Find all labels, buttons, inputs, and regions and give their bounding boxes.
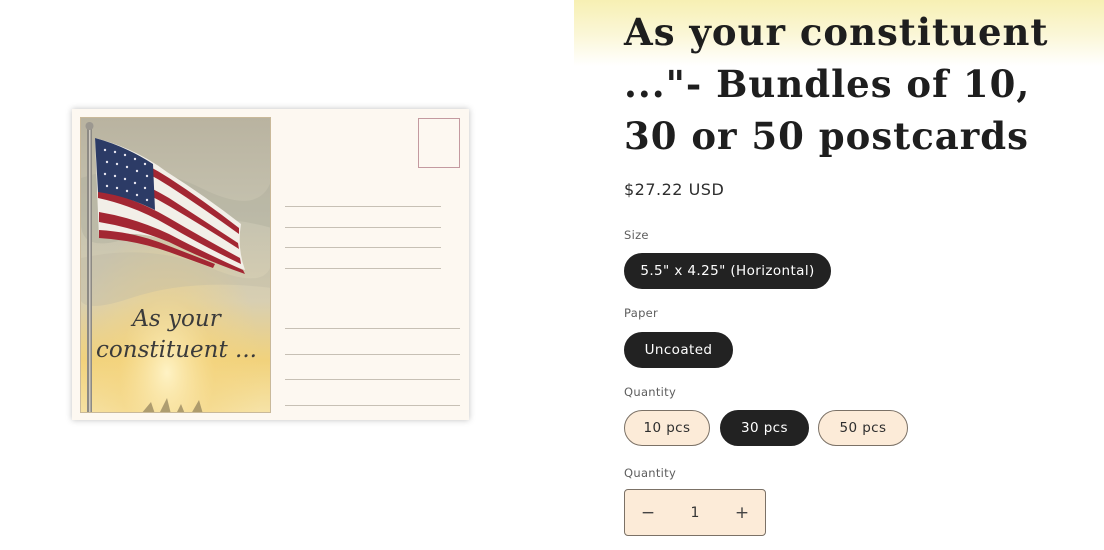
postcard-photo: As your constituent ... [80, 117, 271, 413]
bundle-option-50[interactable]: 50 pcs [818, 410, 908, 446]
paper-label: Paper [624, 306, 659, 320]
bundle-option-10[interactable]: 10 pcs [624, 410, 710, 446]
quantity-input[interactable]: 1 [671, 490, 719, 535]
card-text-line2: constituent ... [96, 337, 257, 363]
decrease-quantity-button[interactable]: − [625, 490, 671, 535]
flag-photo-illustration [81, 118, 270, 412]
card-text-line1: As your [132, 306, 221, 332]
plus-icon: + [734, 502, 750, 523]
address-line [285, 328, 460, 329]
product-info: As your constituent ..."- Bundles of 10,… [574, 0, 1104, 550]
address-line [285, 354, 460, 355]
bundle-quantity-label: Quantity [624, 385, 677, 399]
address-line [285, 268, 441, 269]
size-option-horizontal[interactable]: 5.5" x 4.25" (Horizontal) [624, 253, 831, 289]
product-price: $27.22 USD [624, 180, 725, 199]
product-image-postcard[interactable]: As your constituent ... [72, 109, 469, 420]
quantity-stepper: − 1 + [624, 489, 766, 536]
quantity-label: Quantity [624, 466, 677, 480]
product-media: As your constituent ... [0, 0, 560, 550]
increase-quantity-button[interactable]: + [719, 490, 765, 535]
address-line [285, 247, 441, 248]
bundle-option-30[interactable]: 30 pcs [720, 410, 809, 446]
address-line [285, 379, 460, 380]
product-title: As your constituent ..."- Bundles of 10,… [624, 10, 1049, 158]
minus-icon: − [640, 502, 656, 523]
address-line [285, 227, 441, 228]
paper-option-uncoated[interactable]: Uncoated [624, 332, 733, 368]
stamp-box [418, 118, 460, 168]
size-label: Size [624, 228, 649, 242]
address-line [285, 405, 460, 406]
address-line [285, 206, 441, 207]
